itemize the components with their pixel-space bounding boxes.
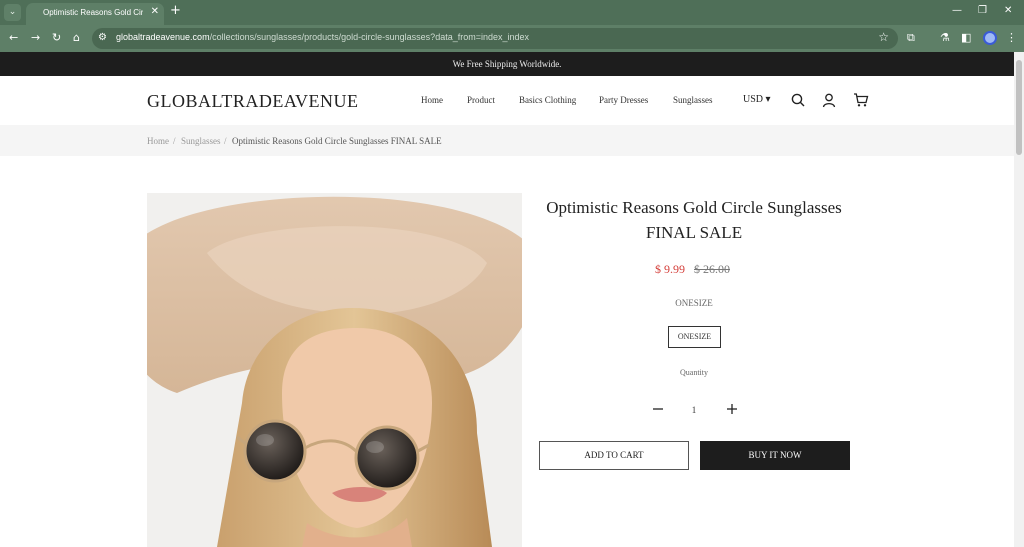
- site-logo[interactable]: GLOBALTRADEAVENUE: [147, 91, 359, 112]
- search-icon[interactable]: [790, 92, 806, 108]
- quantity-label: Quantity: [680, 368, 708, 377]
- back-icon[interactable]: ←: [9, 31, 18, 44]
- browser-toolbar: ← → ↻ ⌂ ⚙ globaltradeavenue.com/collecti…: [0, 25, 1024, 52]
- cart-icon[interactable]: [853, 92, 869, 108]
- minimize-button[interactable]: —: [952, 5, 962, 16]
- product-photo: [147, 193, 522, 547]
- site-info-icon[interactable]: ⚙: [98, 32, 107, 43]
- tab-title: Optimistic Reasons Gold Circle: [43, 8, 143, 17]
- size-option-onesize[interactable]: ONESIZE: [668, 326, 721, 348]
- quantity-input[interactable]: 1: [686, 405, 702, 415]
- nav-sunglasses[interactable]: Sunglasses: [673, 95, 713, 105]
- url-text[interactable]: globaltradeavenue.com/collections/sungla…: [116, 32, 529, 42]
- product-image[interactable]: [147, 193, 522, 547]
- breadcrumb-sunglasses[interactable]: Sunglasses: [181, 136, 221, 146]
- browser-tab[interactable]: Optimistic Reasons Gold Circle ✕: [26, 3, 164, 25]
- nav-product[interactable]: Product: [467, 95, 495, 105]
- breadcrumb-separator: /: [173, 136, 176, 146]
- breadcrumb-separator: /: [224, 136, 227, 146]
- scrollbar-thumb[interactable]: [1016, 60, 1022, 155]
- restore-button[interactable]: ❐: [978, 5, 987, 16]
- nav-basics-clothing[interactable]: Basics Clothing: [519, 95, 576, 105]
- breadcrumb: Home / Sunglasses / Optimistic Reasons G…: [0, 125, 1014, 156]
- size-option-label: ONESIZE: [675, 298, 713, 308]
- quantity-increase-icon[interactable]: [725, 402, 739, 416]
- compare-at-price: $ 26.00: [694, 262, 730, 276]
- quantity-decrease-icon[interactable]: [651, 402, 665, 416]
- tab-search-icon[interactable]: ⌄: [4, 4, 21, 21]
- url-path: /collections/sunglasses/products/gold-ci…: [209, 32, 530, 42]
- labs-flask-icon[interactable]: ⚗: [940, 31, 950, 44]
- address-bar[interactable]: ⚙ globaltradeavenue.com/collections/sung…: [92, 28, 898, 49]
- more-menu-icon[interactable]: ⋮: [1006, 31, 1017, 44]
- site-header: GLOBALTRADEAVENUE Home Product Basics Cl…: [0, 76, 1014, 125]
- add-to-cart-button[interactable]: ADD TO CART: [539, 441, 689, 470]
- side-panel-icon[interactable]: ◧: [961, 31, 971, 44]
- announcement-bar: We Free Shipping Worldwide.: [0, 52, 1014, 76]
- breadcrumb-current: Optimistic Reasons Gold Circle Sunglasse…: [232, 136, 442, 146]
- sale-price: $ 9.99: [655, 262, 685, 276]
- window-close-button[interactable]: ✕: [1004, 5, 1012, 16]
- profile-avatar-icon[interactable]: [983, 31, 997, 45]
- browser-tab-bar: ⌄ Optimistic Reasons Gold Circle ✕ + — ❐…: [0, 0, 1024, 25]
- url-host: globaltradeavenue.com: [116, 32, 210, 42]
- bookmark-star-icon[interactable]: ☆: [878, 30, 889, 44]
- nav-party-dresses[interactable]: Party Dresses: [599, 95, 648, 105]
- reload-icon[interactable]: ↻: [52, 31, 61, 44]
- currency-selector[interactable]: USD ▾: [743, 94, 771, 105]
- home-icon[interactable]: ⌂: [73, 31, 80, 44]
- tab-close-icon[interactable]: ✕: [151, 6, 159, 17]
- buy-now-button[interactable]: BUY IT NOW: [700, 441, 850, 470]
- nav-home[interactable]: Home: [421, 95, 443, 105]
- product-title: Optimistic Reasons Gold Circle Sunglasse…: [546, 198, 842, 242]
- account-icon[interactable]: [821, 92, 837, 108]
- new-tab-button[interactable]: +: [170, 4, 181, 18]
- extensions-icon[interactable]: ⧉: [907, 31, 915, 45]
- forward-icon[interactable]: →: [31, 31, 40, 44]
- breadcrumb-home[interactable]: Home: [147, 136, 169, 146]
